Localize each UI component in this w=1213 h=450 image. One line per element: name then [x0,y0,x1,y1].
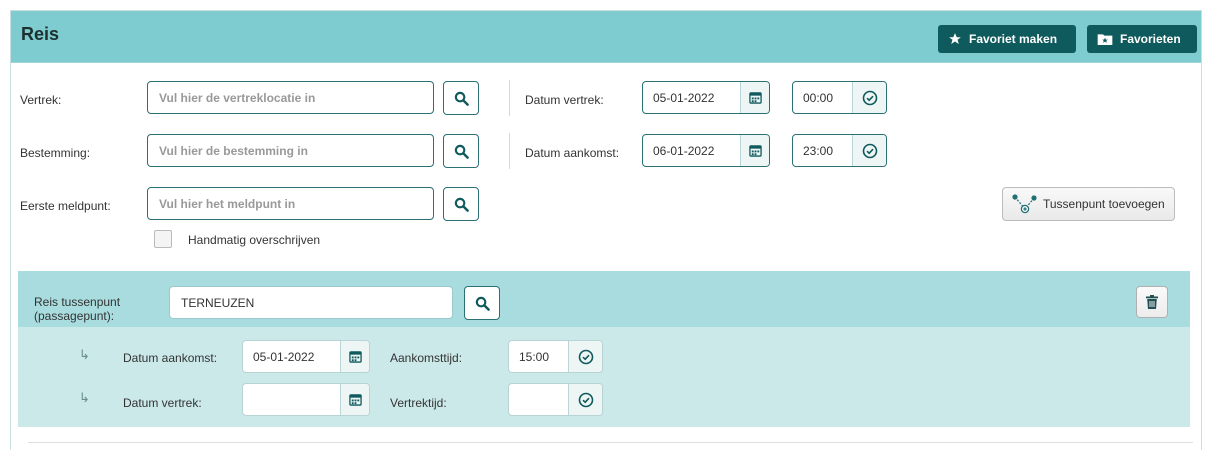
clock-icon [578,349,593,364]
tussenpunt-datum-vertrek-calendar-button[interactable] [340,384,369,415]
reis-tussenpunt-label-line1: Reis tussenpunt [34,295,121,309]
search-icon [454,197,469,212]
search-icon [475,296,490,311]
tussenpunt-datum-aankomst-label: Datum aankomst: [123,351,218,365]
favorieten-button[interactable]: Favorieten [1087,25,1197,53]
tussenpunt-datum-vertrek-value [243,384,340,415]
datum-vertrek-value: 05-01-2022 [653,90,715,105]
aankomsttijd-input[interactable]: 15:00 [508,340,603,373]
search-icon [454,91,469,106]
reis-tussenpunt-input[interactable]: TERNEUZEN [169,286,453,319]
bestemming-label: Bestemming: [20,146,91,160]
tussenpunt-datum-aankomst-calendar-button[interactable] [340,341,369,372]
tussenpunt-toevoegen-button[interactable]: Tussenpunt toevoegen [1002,187,1175,221]
favorieten-label: Favorieten [1120,32,1181,46]
tussenpunt-section-body [18,327,1190,427]
panel-header: Reis Favoriet maken Favorieten [11,11,1201,63]
tussenpunt-datum-vertrek-label: Datum vertrek: [123,396,202,410]
calendar-icon [348,394,362,406]
calendar-icon [748,92,762,104]
clock-icon [862,90,877,105]
favoriet-maken-button[interactable]: Favoriet maken [938,25,1076,53]
folder-star-icon [1097,34,1113,45]
vertrek-input[interactable]: Vul hier de vertreklocatie in [147,81,434,114]
aankomsttijd-label: Aankomsttijd: [390,351,463,365]
tussenpunt-datum-vertrek-input[interactable] [242,383,370,416]
tijd-vertrek-value: 00:00 [803,90,834,105]
tussenpunt-toevoegen-label: Tussenpunt toevoegen [1043,197,1165,211]
aankomsttijd-clock-button[interactable] [568,341,602,372]
tijd-vertrek-input[interactable]: 00:00 [792,81,887,114]
tussenpunt-datum-aankomst-input[interactable]: 05-01-2022 [242,340,370,373]
reis-tussenpunt-search-button[interactable] [464,286,500,320]
handmatig-overschrijven-checkbox[interactable] [154,230,172,248]
clock-icon [862,143,877,158]
datum-vertrek-label: Datum vertrek: [525,93,604,107]
search-icon [454,144,469,159]
vertrektijd-input[interactable] [508,383,603,416]
star-icon [949,33,961,44]
datum-aankomst-input[interactable]: 06-01-2022 [642,134,770,167]
arrow-icon: ↳ [79,347,90,362]
route-icon [1012,194,1037,214]
eerste-meldpunt-input[interactable]: Vul hier het meldpunt in [147,187,434,220]
arrow-icon: ↳ [79,390,90,405]
clock-icon [578,392,593,407]
calendar-icon [348,351,362,363]
eerste-meldpunt-label: Eerste meldpunt: [20,199,111,213]
favoriet-maken-label: Favoriet maken [969,32,1058,46]
vertrek-label: Vertrek: [20,93,62,107]
trash-icon [1146,295,1158,309]
vertrektijd-label: Vertrektijd: [390,396,447,410]
delete-tussenpunt-button[interactable] [1136,286,1168,318]
datum-vertrek-calendar-button[interactable] [740,82,769,113]
tijd-aankomst-value: 23:00 [803,143,834,158]
vertrektijd-clock-button[interactable] [568,384,602,415]
vertrektijd-value [509,384,568,415]
vertrek-search-button[interactable] [443,81,479,115]
handmatig-overschrijven-label: Handmatig overschrijven [188,233,321,247]
tijd-vertrek-clock-button[interactable] [852,82,886,113]
reis-tussenpunt-label: Reis tussenpunt (passagepunt): [34,295,120,323]
bestemming-search-button[interactable] [443,134,479,168]
datum-aankomst-calendar-button[interactable] [740,135,769,166]
aankomsttijd-value: 15:00 [519,349,550,364]
tussenpunt-datum-aankomst-value: 05-01-2022 [253,349,315,364]
divider [509,133,510,169]
calendar-icon [748,145,762,157]
page-title: Reis [21,24,60,44]
datum-vertrek-input[interactable]: 05-01-2022 [642,81,770,114]
bottom-divider [28,442,1193,443]
tijd-aankomst-clock-button[interactable] [852,135,886,166]
datum-aankomst-value: 06-01-2022 [653,143,715,158]
eerste-meldpunt-search-button[interactable] [443,187,479,221]
datum-aankomst-label: Datum aankomst: [525,146,620,160]
tijd-aankomst-input[interactable]: 23:00 [792,134,887,167]
reis-tussenpunt-label-line2: (passagepunt): [34,309,115,323]
divider [509,80,510,116]
bestemming-input[interactable]: Vul hier de bestemming in [147,134,434,167]
